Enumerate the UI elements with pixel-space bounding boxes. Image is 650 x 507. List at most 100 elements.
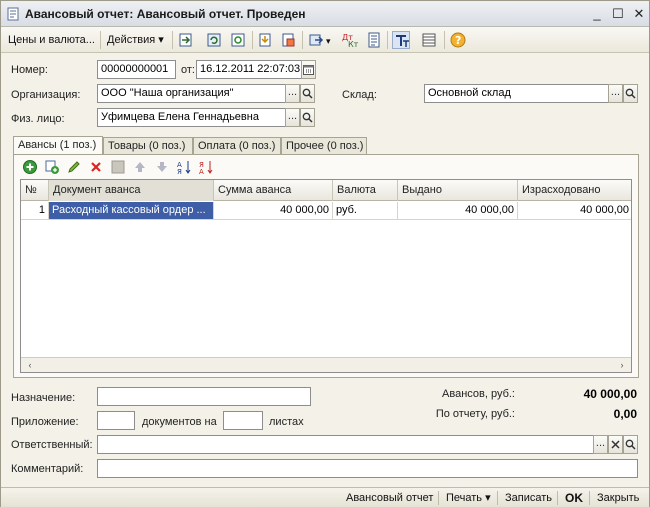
warehouse-open-button[interactable] [623, 84, 638, 103]
column-header-currency[interactable]: Валюта [333, 180, 398, 201]
horizontal-scrollbar[interactable]: ‹ › [21, 357, 631, 372]
cell-document[interactable]: Расходный кассовый ордер ... [49, 202, 214, 220]
person-select-button[interactable]: ... [285, 108, 300, 127]
structure-icon[interactable] [365, 31, 383, 49]
chevron-down-icon: ▾ [485, 492, 491, 504]
advances-total-label: Авансов, руб.: [442, 388, 515, 400]
actions-menu[interactable]: Действия ▾ [104, 31, 167, 49]
sort-ascending-icon[interactable]: АЯ [176, 159, 192, 176]
copy-row-icon[interactable] [44, 159, 60, 175]
warehouse-select-button[interactable]: ... [608, 84, 623, 103]
organization-open-button[interactable] [300, 84, 315, 103]
tab-advances[interactable]: Авансы (1 поз.) [13, 136, 103, 155]
svg-text:Я: Я [177, 168, 182, 175]
help-icon[interactable]: ? [449, 31, 467, 49]
cell-spent[interactable]: 40 000,00 [518, 202, 631, 220]
purpose-label: Назначение: [11, 392, 76, 404]
purpose-field[interactable] [97, 387, 311, 406]
actions-label: Действия [107, 34, 156, 46]
advances-table[interactable]: № Документ аванса Сумма аванса Валюта Вы… [20, 179, 632, 373]
date-label: от: [181, 64, 195, 76]
report-form-button[interactable]: Авансовый отчет [343, 490, 436, 506]
table-row[interactable]: 1 Расходный кассовый ордер ... 40 000,00… [21, 202, 631, 220]
report-total-value: 0,00 [613, 407, 637, 421]
organization-label: Организация: [11, 89, 81, 101]
document-icon [6, 7, 20, 21]
search-icon [302, 88, 313, 99]
advances-panel: АЯ ЯА № Документ аванса Сумма аванса Вал… [13, 154, 639, 378]
ok-button[interactable]: OK [562, 490, 586, 506]
number-field[interactable]: 00000000001 [97, 60, 176, 79]
column-header-number[interactable]: № [21, 180, 49, 201]
move-down-icon[interactable] [154, 159, 170, 175]
form-action-bar: Авансовый отчет Печать ▾ Записать OK Зак… [1, 487, 649, 507]
print-menu[interactable]: Печать ▾ [443, 490, 494, 506]
responsible-field[interactable] [97, 435, 594, 454]
debit-credit-icon[interactable]: Дт Кт [341, 31, 359, 49]
add-row-icon[interactable] [22, 159, 38, 175]
column-header-issued[interactable]: Выдано [398, 180, 518, 201]
cell-currency[interactable]: руб. [333, 202, 398, 220]
cell-number: 1 [21, 202, 49, 220]
sort-descending-icon[interactable]: ЯА [198, 159, 214, 176]
organization-select-button[interactable]: ... [285, 84, 300, 103]
clear-icon [611, 440, 620, 449]
refresh-icon[interactable] [229, 31, 247, 49]
fill-icon[interactable] [256, 31, 274, 49]
organization-field[interactable]: ООО "Наша организация" [97, 84, 286, 103]
svg-text:?: ? [455, 34, 461, 47]
responsible-open-button[interactable] [623, 435, 638, 454]
tab-other[interactable]: Прочее (0 поз.) [281, 137, 367, 155]
show-text-icon[interactable] [392, 31, 410, 49]
search-icon [625, 88, 636, 99]
cell-sum[interactable]: 40 000,00 [214, 202, 333, 220]
search-icon [625, 439, 636, 450]
comment-field[interactable] [97, 459, 638, 478]
responsible-clear-button[interactable] [608, 435, 623, 454]
attachment-sheets-field[interactable] [223, 411, 263, 430]
responsible-label: Ответственный: [11, 439, 93, 451]
attachment-docs-field[interactable] [97, 411, 135, 430]
end-edit-icon[interactable] [110, 159, 126, 175]
minimize-button[interactable]: _ [589, 6, 605, 22]
column-header-document[interactable]: Документ аванса [49, 180, 214, 201]
column-header-sum[interactable]: Сумма аванса [214, 180, 333, 201]
scroll-left-icon[interactable]: ‹ [23, 359, 37, 371]
tab-payment[interactable]: Оплата (0 поз.) [193, 137, 281, 155]
date-field[interactable]: 16.12.2011 22:07:03 [196, 60, 302, 79]
calendar-button[interactable] [301, 60, 316, 79]
attachment-label: Приложение: [11, 416, 79, 428]
based-on-icon[interactable] [279, 31, 297, 49]
column-header-spent[interactable]: Израсходовано [518, 180, 631, 201]
advances-total-value: 40 000,00 [583, 387, 637, 401]
delete-row-icon[interactable] [88, 159, 104, 175]
window-title: Авансовый отчет: Авансовый отчет. Провед… [25, 7, 306, 21]
scroll-right-icon[interactable]: › [615, 359, 629, 371]
prices-currency-button[interactable]: Цены и валюта... [5, 31, 98, 49]
person-label: Физ. лицо: [11, 113, 65, 125]
document-window: Авансовый отчет: Авансовый отчет. Провед… [0, 0, 650, 507]
chevron-down-icon[interactable]: ▾ [323, 32, 334, 50]
person-open-button[interactable] [300, 108, 315, 127]
calendar-icon [303, 65, 314, 75]
comment-label: Комментарий: [11, 463, 84, 475]
list-settings-icon[interactable] [420, 31, 438, 49]
number-label: Номер: [11, 64, 48, 76]
table-header: № Документ аванса Сумма аванса Валюта Вы… [21, 180, 631, 201]
command-bar: Цены и валюта... Действия ▾ ▾ Дт Кт ? [1, 27, 649, 53]
move-up-icon[interactable] [132, 159, 148, 175]
unpost-icon[interactable] [205, 31, 223, 49]
maximize-button[interactable]: ☐ [610, 6, 626, 22]
save-button[interactable]: Записать [502, 490, 555, 506]
svg-text:Кт: Кт [348, 40, 359, 49]
responsible-select-button[interactable]: ... [593, 435, 608, 454]
warehouse-field[interactable]: Основной склад [424, 84, 609, 103]
close-window-button[interactable]: ✕ [631, 6, 647, 22]
edit-row-icon[interactable] [66, 159, 82, 175]
search-icon [302, 112, 313, 123]
tab-goods[interactable]: Товары (0 поз.) [103, 137, 193, 155]
person-field[interactable]: Уфимцева Елена Геннадьевна [97, 108, 286, 127]
close-button[interactable]: Закрыть [594, 490, 642, 506]
post-icon[interactable] [177, 31, 195, 49]
cell-issued[interactable]: 40 000,00 [398, 202, 518, 220]
